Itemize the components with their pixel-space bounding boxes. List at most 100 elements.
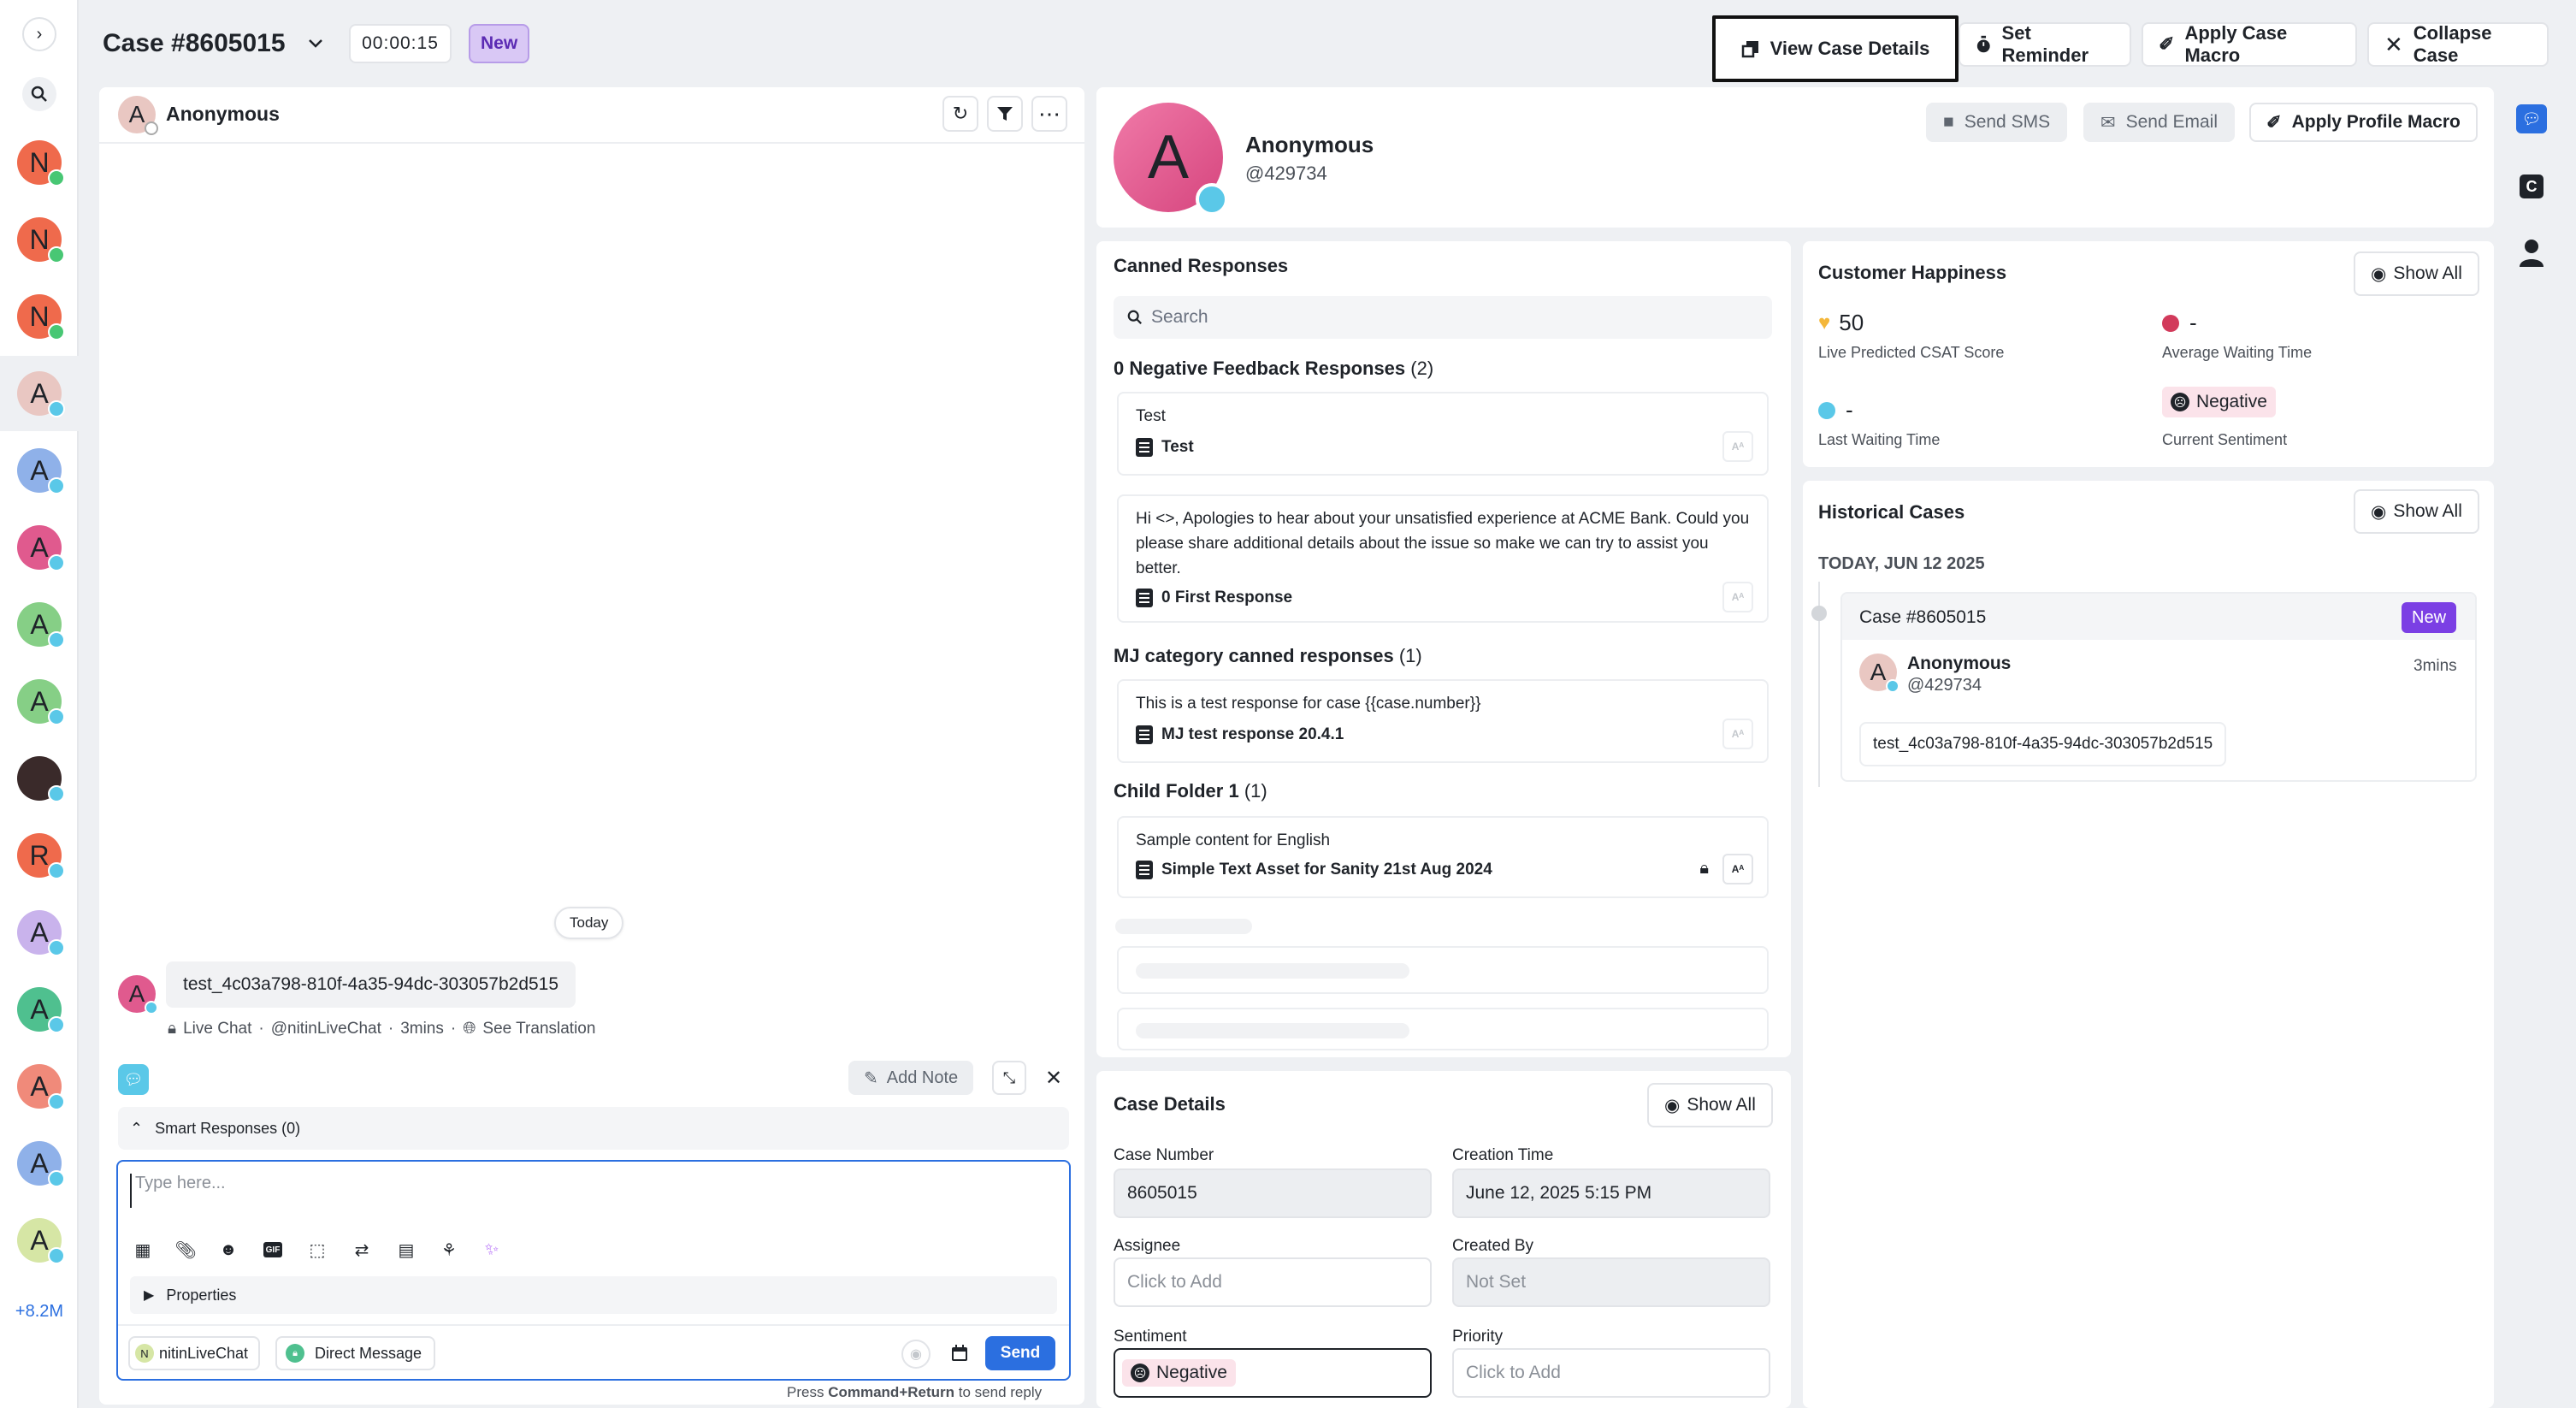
expand-reply-button[interactable]: ⤡ bbox=[992, 1061, 1026, 1095]
emoji-icon[interactable]: ☻ bbox=[219, 1240, 238, 1259]
sad-face-icon: ☹ bbox=[2171, 393, 2189, 411]
translate-badge[interactable]: Aᴬ bbox=[1722, 854, 1753, 884]
profile-person-icon[interactable] bbox=[2518, 238, 2545, 269]
status-dot bbox=[145, 121, 158, 135]
translate-badge[interactable]: Aᴬ bbox=[1722, 719, 1753, 749]
conversations-icon[interactable]: 💬︎ bbox=[2516, 104, 2547, 133]
send-sms-button[interactable]: ■ Send SMS bbox=[1926, 103, 2068, 142]
expand-icon: ⤡ bbox=[1002, 1068, 1016, 1086]
rail-case-avatar[interactable]: A bbox=[17, 1141, 65, 1187]
case-details-icon bbox=[1741, 41, 1758, 58]
status-dot bbox=[48, 477, 65, 494]
person-icon bbox=[2520, 240, 2544, 267]
assignee-field[interactable]: Click to Add bbox=[1114, 1257, 1432, 1307]
historical-case-title: Case #8605015 bbox=[1859, 607, 1987, 627]
canned-response-item[interactable]: Sample content for English Simple Text A… bbox=[1117, 816, 1769, 898]
more-options-button[interactable]: ⋯ bbox=[1031, 96, 1067, 132]
media-icon[interactable]: ▤ bbox=[397, 1240, 416, 1260]
rail-case-avatar[interactable]: A bbox=[17, 1064, 65, 1110]
rail-case-avatar[interactable]: A bbox=[17, 525, 65, 571]
gif-icon[interactable]: GIF bbox=[263, 1242, 282, 1257]
sentiment-field[interactable]: ☹ Negative bbox=[1114, 1348, 1432, 1398]
refresh-icon: ↻ bbox=[952, 103, 969, 124]
direct-message-chip[interactable]: 🔒︎ Direct Message bbox=[275, 1336, 436, 1370]
rail-case-avatar[interactable]: A bbox=[17, 987, 65, 1033]
set-reminder-button[interactable]: Set Reminder bbox=[1959, 22, 2131, 67]
refresh-button[interactable]: ↻ bbox=[942, 96, 978, 132]
rail-case-avatar[interactable]: N bbox=[17, 217, 65, 263]
chevron-down-icon bbox=[309, 39, 322, 48]
translate-badge[interactable]: Aᴬ bbox=[1722, 431, 1753, 462]
attachment-icon[interactable]: 📎︎ bbox=[174, 1240, 196, 1260]
rail-case-avatar-image[interactable] bbox=[17, 756, 65, 802]
status-dot bbox=[48, 708, 65, 725]
canned-response-item[interactable]: Hi <>, Apologies to hear about your unsa… bbox=[1117, 494, 1769, 623]
rail-case-avatar[interactable]: A bbox=[17, 371, 65, 417]
preview-toggle[interactable]: ◉ bbox=[901, 1340, 931, 1369]
eye-icon: ◉ bbox=[1664, 1095, 1681, 1115]
close-reply-button[interactable]: ✕ bbox=[1037, 1061, 1071, 1095]
ai-assist-icon[interactable]: ⚘ bbox=[440, 1240, 458, 1260]
avg-wait-label: Average Waiting Time bbox=[2162, 344, 2313, 361]
apply-profile-macro-button[interactable]: ✐ Apply Profile Macro bbox=[2249, 103, 2478, 142]
profile-avatar: A bbox=[1114, 103, 1228, 216]
lock-icon: 🔒︎ bbox=[168, 1020, 177, 1038]
view-case-details-button[interactable]: View Case Details bbox=[1712, 15, 1959, 82]
case-status-badge[interactable]: New bbox=[469, 24, 530, 63]
sparkle-icon[interactable]: ✨︎ bbox=[482, 1240, 501, 1259]
historical-show-all-button[interactable]: ◉ Show All bbox=[2354, 489, 2479, 534]
smart-responses-toggle[interactable]: ⌃ Smart Responses (0) bbox=[118, 1107, 1069, 1150]
schedule-button[interactable] bbox=[944, 1338, 975, 1369]
profile-handle: @429734 bbox=[1245, 163, 1327, 184]
apply-case-macro-button[interactable]: ✐ Apply Case Macro bbox=[2142, 22, 2357, 67]
filter-button[interactable] bbox=[987, 96, 1023, 132]
caret-right-icon: ▶ bbox=[144, 1288, 155, 1303]
document-icon bbox=[1136, 438, 1153, 457]
stopwatch-icon bbox=[2162, 314, 2179, 332]
reply-input[interactable]: Type here... bbox=[130, 1174, 1054, 1208]
rail-case-avatar[interactable]: N bbox=[17, 294, 65, 340]
rail-case-avatar[interactable]: R bbox=[17, 833, 65, 879]
screenshot-icon[interactable]: ⬚ bbox=[308, 1240, 327, 1260]
translate-icon[interactable]: ⇄ bbox=[352, 1240, 371, 1260]
rail-case-avatar[interactable]: A bbox=[17, 910, 65, 956]
eye-icon: ◉ bbox=[2371, 501, 2387, 522]
historical-contact-avatar: A bbox=[1859, 654, 1900, 693]
rail-case-avatar[interactable]: A bbox=[17, 679, 65, 725]
happiness-show-all-button[interactable]: ◉ Show All bbox=[2354, 251, 2479, 296]
csat-metric: ♥ 50 bbox=[1818, 310, 1864, 335]
rail-case-avatar[interactable]: A bbox=[17, 1218, 65, 1264]
translate-badge[interactable]: Aᴬ bbox=[1722, 582, 1753, 612]
globe-icon: 🌐︎ bbox=[463, 1020, 476, 1038]
send-button[interactable]: Send bbox=[985, 1336, 1055, 1370]
collapse-case-button[interactable]: ✕ Collapse Case bbox=[2367, 22, 2549, 67]
properties-toggle[interactable]: ▶ Properties bbox=[130, 1276, 1057, 1314]
rail-more-count[interactable]: +8.2M bbox=[0, 1302, 79, 1322]
see-translation-link[interactable]: See Translation bbox=[482, 1020, 595, 1038]
loading-placeholder bbox=[1117, 1008, 1769, 1050]
canned-response-icon[interactable]: ▦ bbox=[133, 1240, 152, 1260]
case-switcher-button[interactable] bbox=[301, 29, 330, 58]
rail-case-avatar[interactable]: A bbox=[17, 602, 65, 648]
close-icon: ✕ bbox=[2384, 31, 2403, 57]
rail-case-avatar[interactable]: A bbox=[17, 448, 65, 494]
rail-case-avatar[interactable]: N bbox=[17, 140, 65, 186]
document-icon bbox=[1136, 725, 1153, 744]
case-details-show-all-button[interactable]: ◉ Show All bbox=[1647, 1083, 1773, 1127]
rail-search-button[interactable] bbox=[22, 77, 56, 111]
message-icon: ■ bbox=[1943, 112, 1954, 132]
priority-field[interactable]: Click to Add bbox=[1452, 1348, 1770, 1398]
canned-search-input[interactable]: Search bbox=[1114, 296, 1772, 339]
profile-name: Anonymous bbox=[1245, 132, 1374, 157]
add-note-button[interactable]: ✎ Add Note bbox=[848, 1061, 974, 1095]
canned-response-item[interactable]: Test Test Aᴬ bbox=[1117, 392, 1769, 476]
canned-response-item[interactable]: This is a test response for case {{case.… bbox=[1117, 679, 1769, 763]
status-dot bbox=[48, 554, 65, 571]
created-by-label: Created By bbox=[1452, 1237, 1534, 1255]
message-bubble[interactable]: test_4c03a798-810f-4a35-94dc-303057b2d51… bbox=[166, 961, 576, 1008]
expand-rail-button[interactable]: › bbox=[22, 17, 56, 51]
case-details-title: Case Details bbox=[1114, 1093, 1226, 1115]
send-email-button[interactable]: ✉ Send Email bbox=[2083, 103, 2235, 142]
custom-app-icon[interactable]: C bbox=[2520, 175, 2544, 198]
account-chip[interactable]: N nitinLiveChat bbox=[128, 1336, 261, 1370]
